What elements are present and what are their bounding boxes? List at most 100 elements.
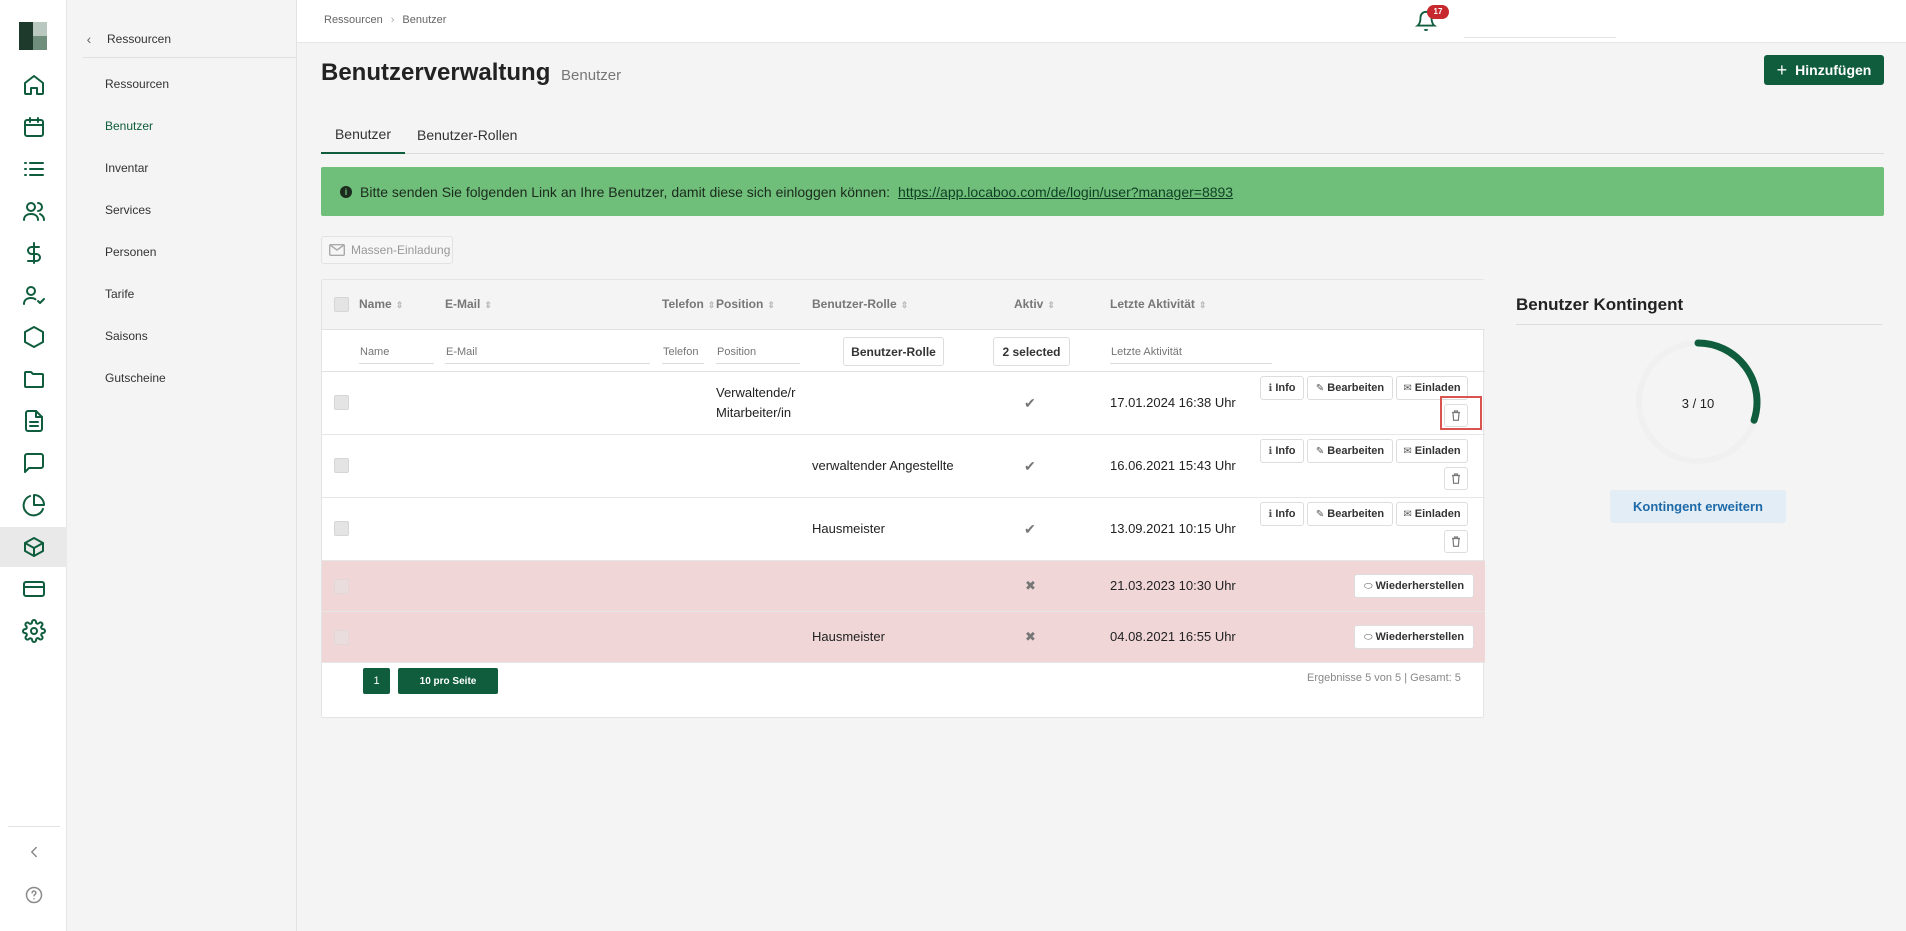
sort-icon: ⇕: [767, 300, 775, 310]
chat-icon[interactable]: [0, 443, 67, 483]
submenu-item-services[interactable]: Services: [105, 203, 151, 217]
mass-invite-button[interactable]: Massen-Einladung: [321, 236, 453, 264]
page-title: Benutzerverwaltung Benutzer: [321, 59, 621, 87]
submenu-item-personen[interactable]: Personen: [105, 245, 156, 259]
login-link[interactable]: https://app.locaboo.com/de/login/user?ma…: [898, 184, 1233, 200]
page-title-text: Benutzerverwaltung: [321, 59, 551, 86]
column-position[interactable]: Position ⇕: [716, 297, 775, 311]
column-rolle[interactable]: Benutzer-Rolle ⇕: [812, 297, 908, 311]
top-bar: Ressourcen › Benutzer 17: [297, 0, 1906, 43]
column-letzte-label: Letzte Aktivität: [1110, 297, 1195, 311]
help-icon[interactable]: [0, 875, 67, 915]
active-check-icon: ✔: [1024, 395, 1036, 411]
user-check-icon[interactable]: [0, 275, 67, 315]
breadcrumb-ressourcen[interactable]: Ressourcen: [324, 14, 383, 26]
folder-icon[interactable]: [0, 359, 67, 399]
info-icon: ℹ: [1268, 382, 1273, 394]
column-aktiv[interactable]: Aktiv ⇕: [1014, 297, 1055, 311]
filter-letzte-input[interactable]: [1110, 340, 1272, 364]
credit-card-icon[interactable]: [0, 569, 67, 609]
inactive-cross-icon: ✖: [1025, 629, 1036, 644]
sort-icon: ⇕: [395, 300, 404, 310]
submenu-item-saisons[interactable]: Saisons: [105, 329, 148, 343]
column-email-label: E-Mail: [445, 297, 481, 311]
quota-title: Benutzer Kontingent: [1516, 295, 1684, 314]
trash-icon[interactable]: [1444, 530, 1468, 553]
add-button-label: Hinzufügen: [1795, 62, 1872, 78]
app-logo[interactable]: [19, 22, 47, 50]
invite-button[interactable]: ✉ Einladen: [1396, 439, 1468, 463]
box-icon[interactable]: [0, 527, 67, 567]
home-icon[interactable]: [0, 65, 67, 105]
edit-button[interactable]: ✎ Bearbeiten: [1307, 502, 1393, 526]
submenu: ‹ Ressourcen Ressourcen Benutzer Inventa…: [67, 0, 357, 931]
hexagon-icon[interactable]: [0, 317, 67, 357]
trash-icon[interactable]: [1444, 467, 1468, 490]
filter-position-input[interactable]: [716, 340, 800, 364]
gear-icon[interactable]: [0, 611, 67, 651]
calendar-icon[interactable]: [0, 107, 67, 147]
tab-benutzer-rollen[interactable]: Benutzer-Rollen: [417, 115, 517, 154]
invite-button[interactable]: ✉ Einladen: [1396, 502, 1468, 526]
expand-quota-button[interactable]: Kontingent erweitern: [1610, 490, 1786, 523]
collapse-icon[interactable]: [0, 832, 67, 872]
edit-label: Bearbeiten: [1327, 382, 1385, 394]
table-header: Name ⇕ E-Mail ⇕ Telefon ⇕ Position ⇕ Benutze…: [322, 280, 1485, 330]
invite-label: Einladen: [1414, 508, 1461, 520]
invite-label: Einladen: [1414, 445, 1461, 457]
row-role: Hausmeister: [812, 521, 885, 536]
info-button[interactable]: ℹ Info: [1260, 376, 1304, 400]
row-last-activity: 16.06.2021 15:43 Uhr: [1110, 458, 1236, 473]
pagination-page-1[interactable]: 1: [363, 668, 390, 694]
info-label: Info: [1275, 508, 1296, 520]
active-check-icon: ✔: [1024, 458, 1036, 474]
column-telefon-label: Telefon: [662, 297, 704, 311]
filter-email-input[interactable]: [445, 340, 650, 364]
dollar-icon[interactable]: [0, 233, 67, 273]
main-content: Ressourcen › Benutzer 17 Benutzerverwalt…: [297, 0, 1906, 931]
users-icon[interactable]: [0, 191, 67, 231]
table-row-deleted: ✖ 21.03.2023 10:30 Uhr ⬭ Wiederherstellen: [322, 561, 1485, 612]
column-name-label: Name: [359, 297, 392, 311]
submenu-item-gutscheine[interactable]: Gutscheine: [105, 371, 166, 385]
edit-label: Bearbeiten: [1327, 445, 1385, 457]
column-telefon[interactable]: Telefon ⇕: [662, 297, 715, 311]
row-checkbox[interactable]: [334, 395, 349, 410]
page-size-select[interactable]: 10 pro Seite: [398, 668, 498, 694]
info-button[interactable]: ℹ Info: [1260, 439, 1304, 463]
row-checkbox[interactable]: [334, 521, 349, 536]
row-last-activity: 04.08.2021 16:55 Uhr: [1110, 629, 1236, 644]
submenu-item-ressourcen[interactable]: Ressourcen: [105, 77, 169, 91]
table-row-deleted: Hausmeister ✖ 04.08.2021 16:55 Uhr ⬭ Wied…: [322, 612, 1485, 663]
add-button[interactable]: + Hinzufügen: [1764, 55, 1884, 85]
icon-rail: [0, 0, 67, 931]
restore-button[interactable]: ⬭ Wiederherstellen: [1354, 574, 1474, 598]
document-icon[interactable]: [0, 401, 67, 441]
list-icon[interactable]: [0, 149, 67, 189]
row-checkbox[interactable]: [334, 458, 349, 473]
filter-rolle-select[interactable]: Benutzer-Rolle: [843, 337, 944, 366]
filter-name-input[interactable]: [359, 340, 434, 364]
edit-button[interactable]: ✎ Bearbeiten: [1307, 376, 1393, 400]
select-all-checkbox[interactable]: [334, 297, 349, 312]
filter-aktiv-select[interactable]: 2 selected: [993, 337, 1070, 366]
filter-telefon-input[interactable]: [662, 340, 704, 364]
row-checkbox[interactable]: [334, 579, 349, 594]
quota-value: 3 / 10: [1681, 396, 1715, 411]
column-email[interactable]: E-Mail ⇕: [445, 297, 492, 311]
inactive-cross-icon: ✖: [1025, 578, 1036, 593]
row-role: verwaltender Angestellte: [812, 458, 954, 473]
edit-button[interactable]: ✎ Bearbeiten: [1307, 439, 1393, 463]
pie-chart-icon[interactable]: [0, 485, 67, 525]
submenu-item-tarife[interactable]: Tarife: [105, 287, 134, 301]
tab-benutzer[interactable]: Benutzer: [321, 115, 405, 154]
submenu-item-benutzer[interactable]: Benutzer: [105, 119, 153, 133]
column-name[interactable]: Name ⇕: [359, 297, 403, 311]
user-menu[interactable]: [1464, 37, 1616, 38]
restore-button[interactable]: ⬭ Wiederherstellen: [1354, 625, 1474, 649]
column-letzte[interactable]: Letzte Aktivität ⇕: [1110, 297, 1206, 311]
row-checkbox[interactable]: [334, 630, 349, 645]
info-button[interactable]: ℹ Info: [1260, 502, 1304, 526]
plus-icon: +: [1776, 59, 1788, 80]
submenu-item-inventar[interactable]: Inventar: [105, 161, 148, 175]
